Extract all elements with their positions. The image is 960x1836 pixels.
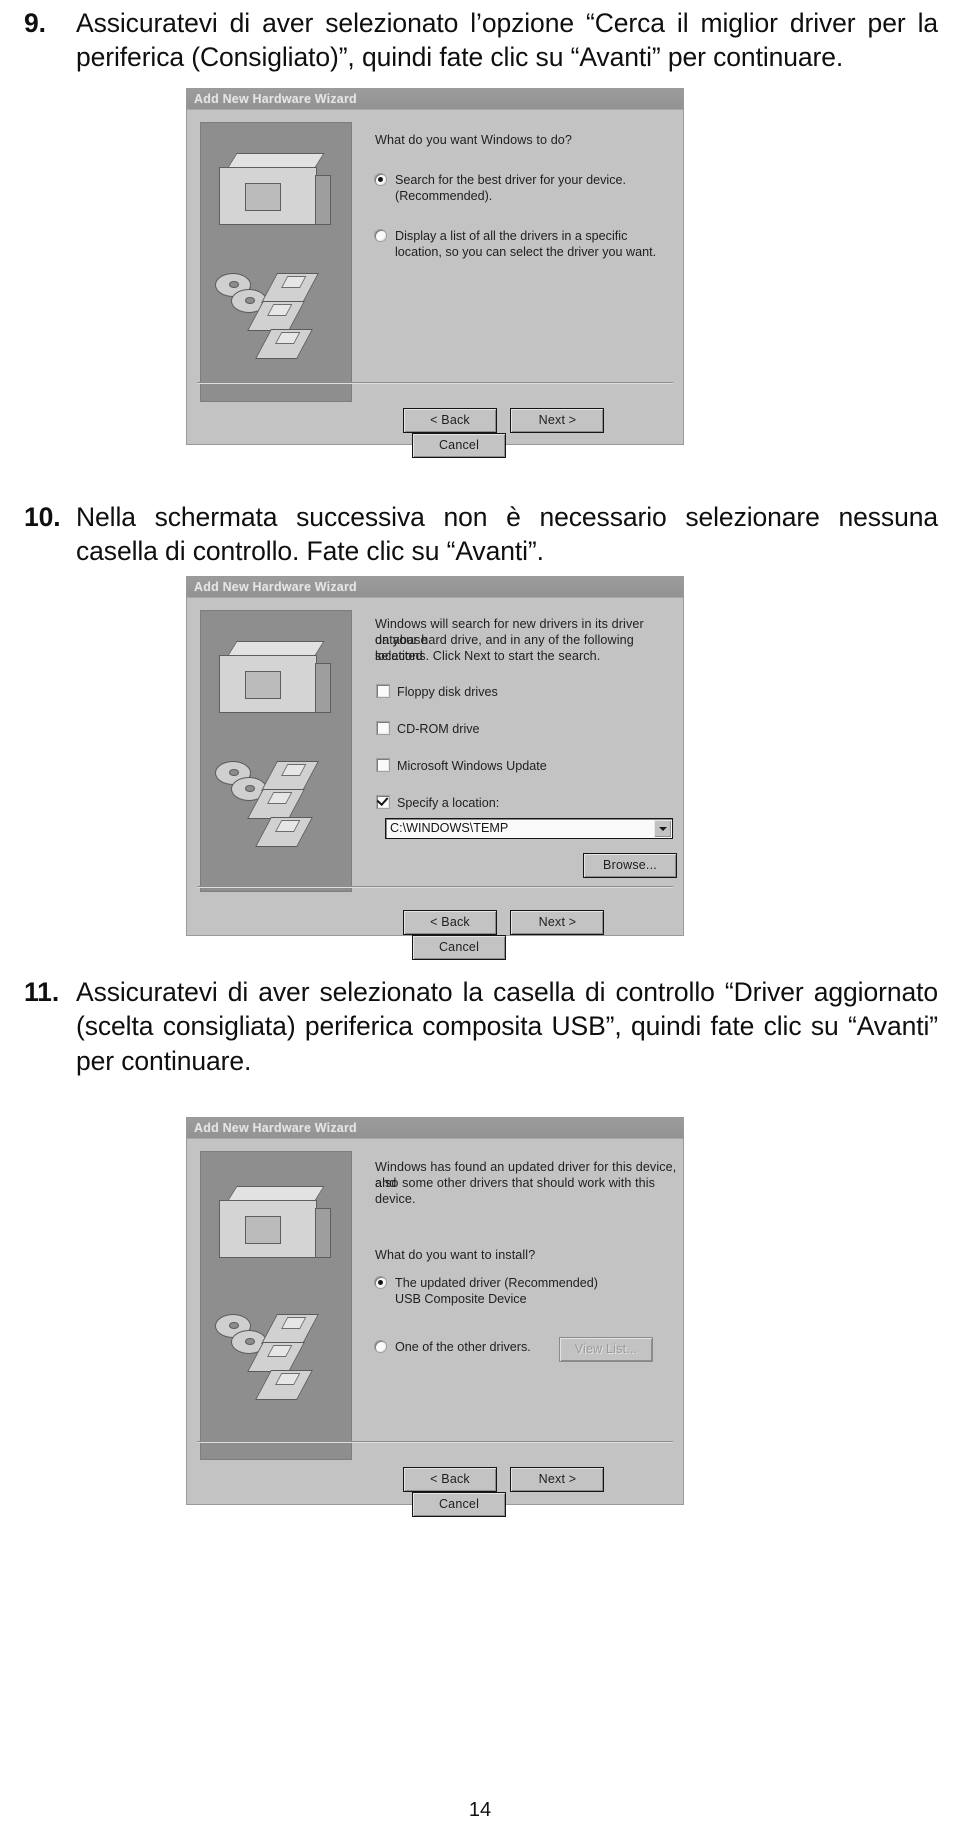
checkbox-icon[interactable] [377,796,389,808]
computer-illustration-icon [219,641,337,731]
radio-icon[interactable] [375,174,386,185]
checkbox-label: Floppy disk drives [397,685,498,699]
radio-option-label-line2: (Recommended). [395,189,493,204]
browse-button[interactable]: Browse... [583,853,677,878]
window-title-bar: Add New Hardware Wizard [187,577,683,598]
dialog-separator [197,382,673,384]
computer-illustration-icon [219,153,337,243]
checkbox-icon[interactable] [377,685,389,697]
wizard-illustration [200,1151,352,1460]
radio-option-label-line1: Display a list of all the drivers in a s… [395,229,628,243]
checkbox-label: Microsoft Windows Update [397,759,547,773]
next-button[interactable]: Next > [510,408,605,433]
instruction-number: 11. [24,977,60,1007]
back-button[interactable]: < Back [403,1467,497,1492]
window-title: Add New Hardware Wizard [194,1121,357,1135]
back-button[interactable]: < Back [403,408,497,433]
floppy-illustration-icon [255,1370,313,1400]
window-title: Add New Hardware Wizard [194,92,357,106]
checkbox-icon[interactable] [377,759,389,771]
instruction-number: 9. [24,8,46,38]
floppy-illustration-icon [255,329,313,359]
location-path-combobox[interactable]: C:\WINDOWS\TEMP [385,818,673,839]
dialog-button-row: < Back Next > Cancel [403,1467,683,1517]
checkbox-floppy-disk-drives[interactable]: Floppy disk drives [377,684,498,700]
radio-option-label-line2: USB Composite Device [395,1292,527,1307]
page-number: 14 [468,1799,492,1821]
wizard-illustration [200,122,352,402]
computer-illustration-icon [219,1186,337,1276]
dialog-separator [197,886,673,888]
checkbox-cd-rom-drive[interactable]: CD-ROM drive [377,721,480,737]
dialog-client-area: Windows has found an updated driver for … [187,1139,683,1517]
screenshot-wizard-step-1: Add New Hardware Wizard What do you want… [186,88,684,458]
radio-option-label-line1: Search for the best driver for your devi… [395,173,626,187]
floppy-illustration-icon [261,273,319,303]
next-button[interactable]: Next > [510,1467,605,1492]
instruction-text: Assicuratevi di aver selezionato la case… [76,977,938,1076]
floppy-illustration-icon [261,1314,319,1344]
radio-option-updated-driver[interactable]: The updated driver (Recommended) USB Com… [375,1275,667,1308]
radio-icon[interactable] [375,1341,386,1352]
dialog-button-row: < Back Next > Cancel [403,408,683,458]
radio-option-label-line1: The updated driver (Recommended) [395,1276,599,1290]
wizard-illustration [200,610,352,892]
instruction-text: Nella schermata successiva non è necessa… [76,502,938,567]
window-title-bar: Add New Hardware Wizard [187,89,683,110]
cancel-button[interactable]: Cancel [412,1492,506,1517]
dialog-prompt: What do you want to install? [375,1248,536,1262]
back-button[interactable]: < Back [403,910,497,935]
radio-option-display-driver-list[interactable]: Display a list of all the drivers in a s… [375,228,667,261]
dialog-prompt: What do you want Windows to do? [375,133,573,147]
dialog-body-line-2: also some other drivers that should work… [375,1176,656,1207]
instruction-item-11: 11. Assicuratevi di aver selezionato la … [18,975,938,1078]
floppy-illustration-icon [261,761,319,791]
dialog-client-area: Windows will search for new drivers in i… [187,598,683,960]
dialog-body-line-3: locations. Click Next to start the searc… [375,649,601,663]
dialog-button-row: < Back Next > Cancel [403,910,683,960]
screenshot-wizard-step-3: Add New Hardware Wizard Windows has foun… [186,1117,684,1517]
checkbox-label: CD-ROM drive [397,722,480,736]
radio-icon[interactable] [375,230,386,241]
checkbox-icon[interactable] [377,722,389,734]
instruction-item-9: 9. Assicuratevi di aver selezionato l’op… [18,6,938,75]
instruction-item-10: 10. Nella schermata successiva non è nec… [18,500,938,569]
cancel-button[interactable]: Cancel [412,433,506,458]
location-path-value: C:\WINDOWS\TEMP [390,821,509,835]
window-title: Add New Hardware Wizard [194,580,357,594]
checkbox-specify-a-location[interactable]: Specify a location: [377,795,499,811]
floppy-illustration-icon [255,817,313,847]
screenshot-wizard-step-2: Add New Hardware Wizard Windows will sea… [186,576,684,960]
next-button[interactable]: Next > [510,910,605,935]
radio-option-label-line2: location, so you can select the driver y… [395,245,657,260]
dialog-client-area: What do you want Windows to do? Search f… [187,110,683,458]
radio-option-search-best-driver[interactable]: Search for the best driver for your devi… [375,172,667,205]
cancel-button[interactable]: Cancel [412,935,506,960]
checkbox-label: Specify a location: [397,796,500,810]
window-title-bar: Add New Hardware Wizard [187,1118,683,1139]
instruction-text: Assicuratevi di aver selezionato l’opzio… [76,8,938,73]
chevron-down-icon[interactable] [654,820,671,837]
radio-icon[interactable] [375,1277,386,1288]
view-list-button[interactable]: View List... [559,1337,653,1362]
checkbox-microsoft-windows-update[interactable]: Microsoft Windows Update [377,758,547,774]
instruction-number: 10. [24,502,61,532]
dialog-separator [197,1441,673,1443]
